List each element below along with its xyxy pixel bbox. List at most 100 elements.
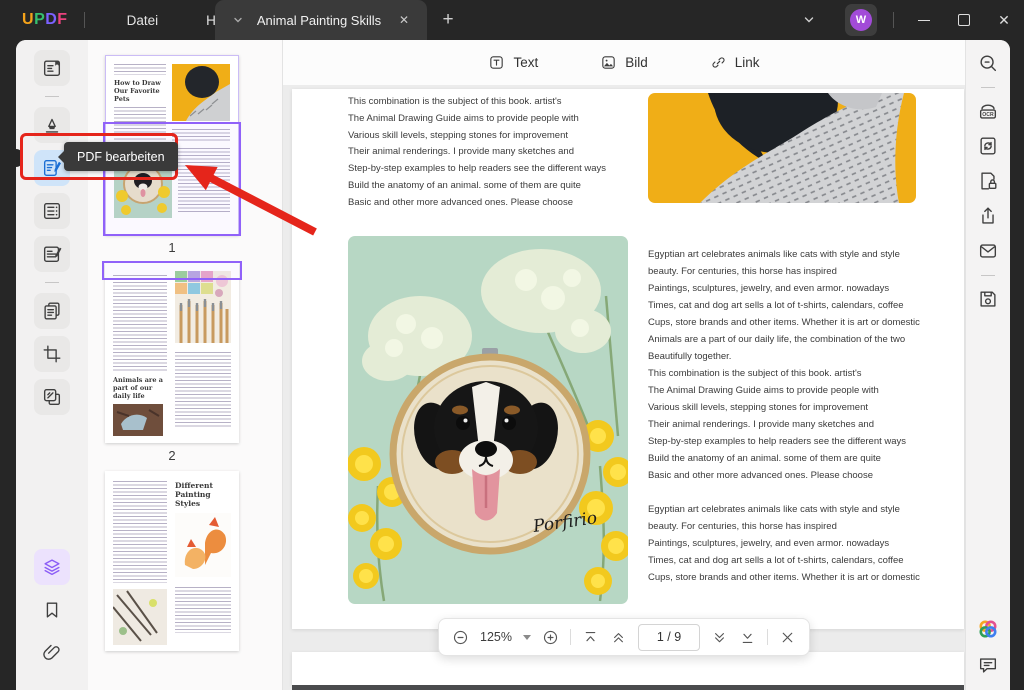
image-tool-label: Bild: [625, 55, 648, 70]
right-toolbar: OCR: [965, 40, 1010, 690]
tab-dropdown-icon[interactable]: [233, 15, 243, 25]
feedback-icon[interactable]: [977, 654, 999, 676]
crop-icon: [41, 343, 63, 365]
thumb2-page-number: 2: [105, 443, 239, 471]
titlebar-divider: [893, 12, 894, 28]
zoom-in-button[interactable]: [542, 629, 559, 646]
annotation-arrow: [165, 152, 325, 237]
image-tool-icon: [600, 54, 617, 71]
avatar: W: [850, 9, 872, 31]
thumbnail-page-2[interactable]: Animals are a part of our daily life: [105, 263, 239, 443]
paperclip-icon: [41, 642, 63, 664]
fill-sign-icon: [41, 243, 63, 265]
page1-right-text: Egyptian art celebrates animals like cat…: [648, 249, 948, 589]
thumbnail-panel-button[interactable]: [34, 549, 70, 585]
titlebar: U P D F Datei Hilfe Animal Painting Skil…: [0, 0, 1024, 40]
text-tool-button[interactable]: Text: [488, 54, 538, 71]
zoom-out-button[interactable]: [452, 629, 469, 646]
titlebar-divider: [84, 12, 85, 28]
thumb3-heading: Different Painting Styles: [175, 481, 231, 508]
thumb2-palette-image: [175, 271, 231, 343]
link-tool-button[interactable]: Link: [710, 54, 760, 71]
menu-datei[interactable]: Datei: [103, 0, 183, 40]
tab-title: Animal Painting Skills: [243, 13, 395, 28]
document-area: Text Bild Link: [283, 40, 965, 690]
logo-letter: U: [22, 11, 34, 29]
image-tool-button[interactable]: Bild: [600, 54, 648, 71]
organize-pages-button[interactable]: [34, 193, 70, 229]
bookmark-panel-button[interactable]: [34, 592, 70, 628]
share-icon[interactable]: [977, 205, 999, 227]
fill-sign-button[interactable]: [34, 236, 70, 272]
save-icon[interactable]: [977, 288, 999, 310]
thumb1-title: How to Draw Our Favorite Pets: [114, 79, 166, 103]
text-tool-label: Text: [513, 55, 538, 70]
updf-logo: U P D F: [22, 11, 68, 29]
crop-pages-button[interactable]: [34, 336, 70, 372]
logo-letter: F: [57, 11, 67, 29]
organize-pages-icon: [41, 200, 63, 222]
minimize-button[interactable]: [904, 0, 944, 40]
page1-left-text: This combination is the subject of this …: [348, 96, 648, 214]
logo-letter: P: [34, 11, 45, 29]
pdf-page-1[interactable]: This combination is the subject of this …: [292, 89, 964, 629]
thumb2-painting-image: [113, 404, 163, 436]
updf-window: U P D F Datei Hilfe Animal Painting Skil…: [0, 0, 1024, 690]
viewport-indicator[interactable]: [102, 261, 242, 280]
close-button[interactable]: ✕: [984, 0, 1024, 40]
ai-assistant-icon[interactable]: [976, 617, 1000, 641]
protect-icon[interactable]: [977, 170, 999, 192]
link-tool-icon: [710, 54, 727, 71]
thumb3-fox-image: [175, 513, 231, 577]
pdf-page-2-top[interactable]: [292, 652, 964, 685]
text-tool-icon: [488, 54, 505, 71]
watermark-button[interactable]: [34, 379, 70, 415]
new-tab-button[interactable]: +: [436, 8, 460, 32]
page-copy-icon: [41, 300, 63, 322]
layers-icon: [41, 556, 63, 578]
toolbar-divider: [45, 282, 59, 283]
embroidery-hoop-photo[interactable]: Porfirio: [348, 236, 628, 604]
link-tool-label: Link: [735, 55, 760, 70]
zoom-dropdown-icon[interactable]: [523, 635, 531, 640]
maximize-button[interactable]: [944, 0, 984, 40]
toolbar-divider: [45, 96, 59, 97]
toolbar-divider: [981, 275, 995, 276]
zoom-level[interactable]: 125%: [480, 630, 512, 644]
page-navigation-bar: 125% 1 / 9: [438, 618, 810, 656]
edit-pdf-tooltip: PDF bearbeiten: [64, 142, 178, 171]
toolbar-divider: [570, 629, 571, 645]
account-button[interactable]: W: [845, 4, 877, 36]
svg-text:OCR: OCR: [982, 112, 994, 118]
thumb1-pug-image: [172, 64, 230, 121]
page-tools-button[interactable]: [34, 293, 70, 329]
previous-page-button[interactable]: [610, 629, 627, 646]
pdf-page-2-image-edge: [292, 685, 964, 690]
next-page-button[interactable]: [711, 629, 728, 646]
bookmark-icon: [41, 599, 63, 621]
thumb1-page-number: 1: [105, 235, 239, 263]
thumbnail-page-3[interactable]: Different Painting Styles: [105, 471, 239, 651]
chevron-down-icon[interactable]: [803, 14, 815, 26]
last-page-button[interactable]: [739, 629, 756, 646]
document-tab[interactable]: Animal Painting Skills ✕: [215, 0, 427, 40]
reader-mode-button[interactable]: [34, 50, 70, 86]
tooltip-label: PDF bearbeiten: [77, 150, 165, 164]
toolbar-divider: [981, 87, 995, 88]
edit-mode-toolbar: Text Bild Link: [283, 40, 965, 86]
thumb2-heading: Animals are a part of our daily life: [113, 376, 167, 400]
search-icon[interactable]: [977, 52, 999, 74]
email-icon[interactable]: [977, 240, 999, 262]
stamp-pages-icon: [41, 386, 63, 408]
toolbar-divider: [767, 629, 768, 645]
convert-icon[interactable]: [977, 135, 999, 157]
first-page-button[interactable]: [582, 629, 599, 646]
logo-letter: D: [45, 11, 57, 29]
pug-scarf-photo[interactable]: [648, 93, 916, 203]
ocr-icon[interactable]: OCR: [977, 100, 999, 122]
thumb3-photo-image: [113, 589, 167, 645]
close-navbar-button[interactable]: [779, 629, 796, 646]
tab-close-icon[interactable]: ✕: [395, 11, 413, 29]
page-indicator[interactable]: 1 / 9: [638, 624, 700, 651]
attachment-panel-button[interactable]: [34, 635, 70, 671]
